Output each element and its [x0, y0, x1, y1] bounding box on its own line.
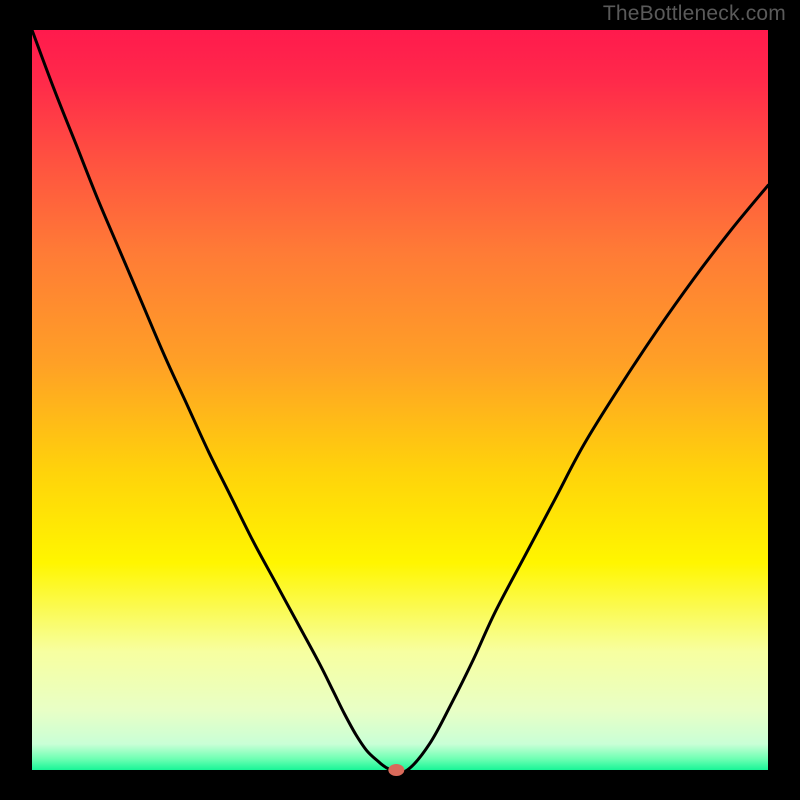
bottleneck-chart [0, 0, 800, 800]
chart-frame: TheBottleneck.com [0, 0, 800, 800]
gradient-background [32, 30, 768, 770]
optimum-marker [388, 764, 404, 776]
